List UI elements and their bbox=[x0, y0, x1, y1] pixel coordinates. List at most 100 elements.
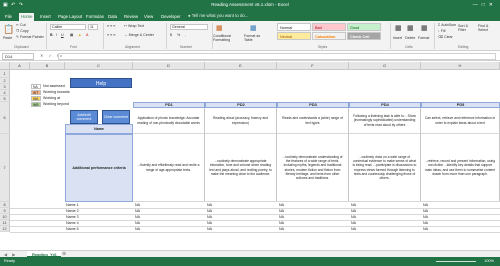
title-bar: ▣ ↶ ↷ Reading Assessment v6.1.xlsm - Exc… bbox=[0, 0, 500, 11]
pd3-description: Reads and understands a (wide) range of … bbox=[277, 108, 349, 134]
format-cells-icon[interactable]: ▦ bbox=[421, 24, 428, 32]
borders-icon[interactable]: ▦ bbox=[70, 33, 73, 37]
minimize-icon[interactable]: — bbox=[473, 2, 482, 8]
add-edit-comment-button[interactable]: Add/edit comment bbox=[70, 110, 98, 124]
column-header-c[interactable]: C bbox=[65, 62, 133, 70]
close-icon[interactable]: ✕ bbox=[489, 2, 497, 8]
legend-swatch-na: NA bbox=[31, 84, 41, 89]
row-header[interactable]: 7 bbox=[0, 134, 10, 202]
number-format-icons[interactable]: $ % , bbox=[170, 33, 188, 37]
format-cells-button[interactable]: Format bbox=[418, 36, 429, 40]
number-format-select[interactable]: General bbox=[170, 24, 208, 30]
find-select-button[interactable]: Find & Select bbox=[478, 24, 498, 32]
number-group-label: Number bbox=[180, 45, 193, 49]
align-top-icons[interactable]: ≡≡≡ bbox=[107, 24, 116, 28]
delete-cells-icon[interactable]: ▦ bbox=[407, 24, 414, 32]
font-color-icon[interactable]: A bbox=[86, 33, 88, 37]
delete-cells-button[interactable]: Delete bbox=[405, 36, 415, 40]
column-header-e[interactable]: E bbox=[205, 62, 277, 70]
style-normal[interactable]: Normal bbox=[277, 23, 311, 31]
style-neutral[interactable]: Neutral bbox=[277, 32, 311, 40]
wrap-text-button[interactable]: ↩ Wrap Text bbox=[124, 24, 144, 28]
cells-group-label: Cells bbox=[405, 45, 413, 49]
column-header-h[interactable]: H bbox=[421, 62, 500, 70]
italic-button[interactable]: I bbox=[56, 33, 57, 37]
autosum-button[interactable]: Σ AutoSum bbox=[438, 23, 456, 27]
spreadsheet-grid[interactable]: A B C D E F G H 1 2 3 4 5 6 7 Help NA No… bbox=[0, 62, 500, 250]
conditional-formatting-icon[interactable]: ▦ bbox=[216, 24, 223, 32]
status-bar: Ready 100% bbox=[0, 257, 500, 266]
alignment-group-label: Alignment bbox=[125, 45, 141, 49]
help-button[interactable]: Help bbox=[70, 78, 132, 88]
legend-swatch-wb: WB bbox=[31, 102, 41, 107]
sort-filter-button[interactable]: Sort & Filter bbox=[458, 24, 476, 32]
pd4-additional: ...routinely draw on a wide range of con… bbox=[349, 134, 421, 202]
gridline bbox=[10, 208, 500, 209]
name-header: Name bbox=[65, 124, 133, 134]
column-header-b[interactable]: B bbox=[30, 62, 65, 70]
merge-center-button[interactable]: ↔ Merge & Center bbox=[124, 33, 154, 37]
gridline bbox=[10, 232, 500, 233]
conditional-formatting-button[interactable]: Conditional Formatting bbox=[213, 34, 241, 42]
scissors-icon: ✂ bbox=[16, 23, 20, 27]
insert-cells-button[interactable]: Insert bbox=[393, 36, 402, 40]
pd2-additional: ...routinely demonstrate appropriate int… bbox=[205, 134, 277, 202]
legend-label-wb: Working beyond bbox=[43, 102, 69, 106]
font-name-select[interactable]: Calibri bbox=[50, 24, 86, 30]
name-box[interactable]: D14 bbox=[2, 53, 34, 60]
pd1-description: Application of phonic knowledge: Accurat… bbox=[133, 108, 205, 134]
column-header-g[interactable]: G bbox=[349, 62, 421, 70]
ribbon: 📋 Paste ✂ Cut ❐ Copy ✎ Format Painter Cl… bbox=[0, 21, 500, 51]
paste-icon[interactable]: 📋 bbox=[3, 24, 14, 35]
format-table-icon[interactable]: ▦ bbox=[250, 24, 257, 32]
fill-button[interactable]: ↓ Fill bbox=[438, 29, 445, 33]
tab-insert[interactable]: Insert bbox=[38, 13, 53, 21]
tab-home[interactable]: Home bbox=[19, 13, 35, 21]
lightbulb-icon: ● bbox=[188, 13, 191, 18]
style-good[interactable]: Good bbox=[347, 23, 381, 31]
brush-icon: ✎ bbox=[16, 35, 20, 39]
clear-comment-button[interactable]: Clear comment bbox=[102, 110, 130, 124]
legend-label-na: Not assessed bbox=[43, 84, 65, 88]
gridline bbox=[10, 226, 500, 227]
style-calculation[interactable]: Calculation bbox=[312, 32, 346, 40]
tab-file[interactable]: File bbox=[3, 13, 14, 21]
row-header[interactable]: 6 bbox=[0, 102, 10, 134]
align-left-icons[interactable]: ≡≡≡ bbox=[107, 33, 116, 37]
format-as-table-button[interactable]: Format as Table bbox=[244, 34, 268, 42]
select-all-corner[interactable] bbox=[0, 62, 10, 70]
tab-formulas[interactable]: Formulas bbox=[84, 13, 106, 21]
style-check-cell[interactable]: Check Cell bbox=[347, 32, 381, 40]
tab-data[interactable]: Data bbox=[106, 13, 119, 21]
style-bad[interactable]: Bad bbox=[312, 23, 346, 31]
font-size-select[interactable]: 11 bbox=[88, 24, 98, 30]
column-header-f[interactable]: F bbox=[277, 62, 349, 70]
clear-button[interactable]: ⌫ Clear bbox=[438, 35, 453, 39]
cut-button[interactable]: ✂ Cut bbox=[16, 23, 26, 27]
underline-button[interactable]: U bbox=[61, 33, 64, 37]
zoom-slider[interactable] bbox=[436, 261, 476, 262]
group-separator bbox=[390, 23, 391, 49]
maximize-icon[interactable]: □ bbox=[482, 2, 489, 8]
bold-button[interactable]: B bbox=[50, 33, 53, 37]
editing-group-label: Editing bbox=[458, 45, 469, 49]
column-header-d[interactable]: D bbox=[133, 62, 205, 70]
tab-page-layout[interactable]: Page Layout bbox=[56, 13, 84, 21]
column-header-a[interactable]: A bbox=[10, 62, 30, 70]
paste-button[interactable]: Paste bbox=[3, 36, 12, 40]
window-controls[interactable]: —□✕ bbox=[473, 2, 497, 8]
legend-label-wt: Working towards bbox=[43, 90, 70, 94]
copy-button[interactable]: ❐ Copy bbox=[16, 29, 29, 33]
group-separator bbox=[166, 23, 167, 49]
insert-cells-icon[interactable]: ▦ bbox=[395, 24, 402, 32]
tab-developer[interactable]: Developer bbox=[159, 13, 183, 21]
formula-input[interactable] bbox=[58, 53, 496, 60]
format-painter-button[interactable]: ✎ Format Painter bbox=[16, 35, 44, 39]
row-header[interactable]: 12 bbox=[0, 226, 10, 232]
tab-view[interactable]: View bbox=[142, 13, 155, 21]
fill-color-icon[interactable]: ▲ bbox=[78, 33, 82, 37]
tell-me-box[interactable]: ● Tell me what you want to do... bbox=[188, 13, 248, 18]
tab-review[interactable]: Review bbox=[122, 13, 140, 21]
zoom-level[interactable]: 100% bbox=[484, 259, 494, 263]
row-header[interactable]: 1 bbox=[0, 70, 10, 78]
